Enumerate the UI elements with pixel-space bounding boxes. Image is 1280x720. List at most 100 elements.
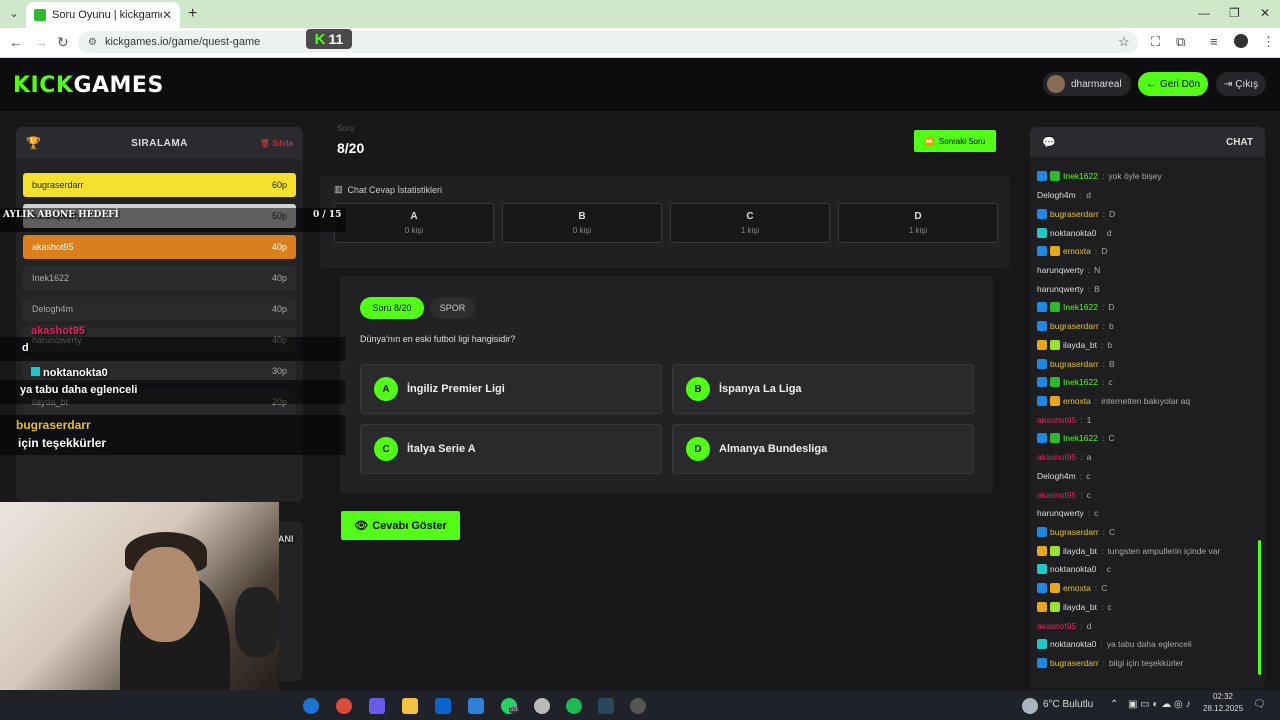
option-a[interactable]: A İngiliz Premier Ligi	[360, 364, 662, 414]
question-panel: Soru 8/20 SPOR Dünya'nın en eski futbol …	[340, 276, 993, 493]
user-pill[interactable]: dharmareal	[1043, 72, 1131, 96]
app-icon[interactable]	[630, 698, 646, 714]
bookmark-star-icon[interactable]: ☆	[1118, 34, 1130, 50]
chat-username[interactable]: Inek1622	[1063, 377, 1098, 387]
file-explorer-icon[interactable]	[402, 698, 418, 714]
fast-forward-icon: ⏩	[924, 136, 935, 146]
chat-username[interactable]: Delogh4m	[1037, 190, 1076, 200]
media-controls-icon[interactable]: ≡	[1210, 34, 1218, 49]
browser-tab[interactable]: Soru Oyunu | kickgames.io ✕	[26, 2, 180, 28]
chat-separator: :	[1094, 395, 1098, 406]
steam-icon[interactable]	[598, 698, 614, 714]
kickgames-logo[interactable]: KICKGAMES	[13, 73, 164, 98]
back-button[interactable]: ← Geri Dön	[1138, 72, 1208, 96]
weather-text[interactable]: 6°C Bulutlu	[1043, 699, 1093, 710]
chat-username[interactable]: Inek1622	[1063, 171, 1098, 181]
chat-separator: :	[1101, 601, 1104, 612]
reset-button[interactable]: 🗑 Sıfırla	[253, 139, 293, 148]
store-icon[interactable]	[468, 698, 484, 714]
back-arrow-icon[interactable]: ←	[9, 34, 23, 50]
leaderboard-points: 40p	[271, 242, 287, 252]
leaderboard-points: 40p	[271, 304, 287, 314]
chat-username[interactable]: Inek1622	[1063, 302, 1098, 312]
close-window-icon[interactable]: ✕	[1260, 6, 1270, 20]
chat-username[interactable]: emoxta	[1063, 583, 1091, 593]
reload-icon[interactable]: ↻	[57, 34, 69, 51]
outlook-icon[interactable]	[435, 698, 451, 714]
chat-username[interactable]: noktanokta0	[1050, 564, 1096, 574]
chat-username[interactable]: bugraserdarr	[1050, 359, 1099, 369]
leaderboard-row: Delogh4m 40p	[23, 297, 296, 321]
restore-icon[interactable]: ❐	[1229, 6, 1240, 20]
exit-button[interactable]: ⇥ Çıkış	[1216, 72, 1266, 96]
chat-username[interactable]: harunqwerty	[1037, 284, 1084, 294]
minimize-icon[interactable]: —	[1198, 6, 1210, 20]
settings-icon[interactable]	[534, 698, 550, 714]
chat-username[interactable]: ilayda_bt	[1063, 546, 1097, 556]
address-bar[interactable]: ⚙ kickgames.io/game/quest-game	[78, 31, 1138, 53]
chat-username[interactable]: harunqwerty	[1037, 508, 1084, 518]
kick-extension-badge[interactable]: K 11	[306, 29, 352, 49]
chat-username[interactable]: akashot95	[1037, 490, 1076, 500]
chrome-icon[interactable]	[336, 698, 352, 714]
tab-list-chevron-icon[interactable]: ⌄	[6, 6, 22, 22]
chat-separator: :	[1094, 246, 1098, 257]
option-c[interactable]: C İtalya Serie A	[360, 424, 662, 474]
chat-username[interactable]: emoxta	[1063, 246, 1091, 256]
weather-icon	[1022, 698, 1038, 714]
option-b[interactable]: B İspanya La Liga	[672, 364, 974, 414]
chat-separator: :	[1101, 339, 1104, 350]
clock-time[interactable]: 02:32	[1203, 692, 1233, 701]
chat-separator: :	[1102, 321, 1106, 332]
chat-username[interactable]: ilayda_bt	[1063, 340, 1097, 350]
chat-username[interactable]: akashot95	[1037, 415, 1076, 425]
chat-messages[interactable]: Inek1622: yok öyle bişey Delogh4m: d bugrase…	[1037, 167, 1255, 672]
browser-menu-icon[interactable]: ⋮	[1262, 34, 1275, 50]
edge-icon[interactable]	[303, 698, 319, 714]
clock-date[interactable]: 28.12.2025	[1203, 704, 1243, 713]
chat-username[interactable]: emoxta	[1063, 396, 1091, 406]
chat-username[interactable]: Inek1622	[1063, 433, 1098, 443]
tray-chevron-icon[interactable]: ⌃	[1110, 699, 1118, 710]
chat-separator: :	[1102, 658, 1106, 669]
show-answer-button[interactable]: 👁 Cevabı Göster	[341, 511, 460, 540]
chat-username[interactable]: bugraserdarr	[1050, 209, 1099, 219]
leaderboard-username: akashot95	[32, 242, 74, 252]
chat-username[interactable]: bugraserdarr	[1050, 321, 1099, 331]
new-tab-icon[interactable]: +	[188, 5, 197, 23]
chat-username[interactable]: noktanokta0	[1050, 639, 1096, 649]
chat-text: B	[1109, 358, 1115, 369]
chat-username[interactable]: harunqwerty	[1037, 265, 1084, 275]
copilot-icon[interactable]	[369, 698, 385, 714]
chat-username[interactable]: akashot95	[1037, 621, 1076, 631]
chat-username[interactable]: akashot95	[1037, 452, 1076, 462]
profile-avatar-icon[interactable]	[1234, 34, 1248, 48]
chat-username[interactable]: Delogh4m	[1037, 471, 1076, 481]
chat-message: ilayda_bt: c	[1037, 598, 1255, 617]
chat-separator: :	[1080, 414, 1083, 425]
chat-username[interactable]: ilayda_bt	[1063, 602, 1097, 612]
screenshot-icon[interactable]: ⛶	[1151, 34, 1160, 50]
chat-username[interactable]: bugraserdarr	[1050, 658, 1099, 668]
stats-title: ▥ Chat Cevap İstatistikleri	[334, 184, 442, 195]
tab-close-icon[interactable]: ✕	[162, 8, 172, 22]
chat-separator: :	[1102, 208, 1106, 219]
chat-text: D	[1109, 208, 1116, 219]
overlay-goal-label: AYLIK ABONE HEDEFİ	[3, 210, 119, 220]
notification-icon[interactable]: 🗨	[1253, 699, 1266, 710]
forward-arrow-icon[interactable]: →	[34, 34, 48, 50]
extensions-icon[interactable]: ⧉	[1176, 34, 1185, 50]
option-d[interactable]: D Almanya Bundesliga	[672, 424, 974, 474]
chat-username[interactable]: noktanokta0	[1050, 228, 1096, 238]
chat-text: C	[1101, 583, 1108, 594]
chat-message: noktanokta0: d	[1037, 223, 1255, 242]
leaderboard-row: bugraserdarr 60p	[23, 173, 296, 197]
chat-username[interactable]: bugraserdarr	[1050, 527, 1099, 537]
tray-icons[interactable]: ▣ ▭ ◐ ☁ ◎ ♪	[1128, 699, 1191, 710]
next-question-button[interactable]: ⏩ Sonraki Soru	[914, 130, 996, 152]
chat-text: D	[1101, 246, 1108, 257]
site-info-icon[interactable]: ⚙	[88, 37, 97, 48]
chat-scrollbar[interactable]	[1258, 540, 1261, 675]
avatar	[1047, 75, 1065, 93]
spotify-icon[interactable]	[566, 698, 582, 714]
